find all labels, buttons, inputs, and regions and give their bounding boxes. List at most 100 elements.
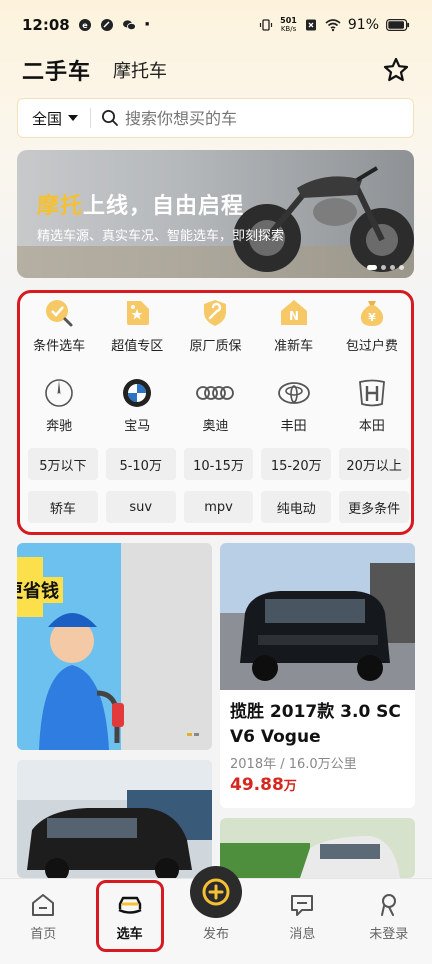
star-outline-icon[interactable] [382,56,410,84]
wrench-shield-icon [204,300,227,326]
tab-label: 首页 [30,927,57,942]
battery-icon [386,19,410,31]
quick-filter-panel: 条件选车 超值专区 原厂质保 N 准新车 ¥ 包过户费 奔驰 宝马 奥迪 丰田 … [17,290,414,535]
mercedes-logo-icon [45,379,73,407]
more-notifications-icon: · [143,14,151,35]
quick-entry-label: 原厂质保 [189,339,242,354]
ad-card[interactable]: 更省钱 [17,543,212,750]
truck-image [220,818,415,878]
brand-label: 本田 [358,419,385,434]
region-label: 全国 [32,109,63,128]
quick-entry-condition[interactable]: 条件选车 [20,297,98,354]
price-value: 49.88 [230,775,284,795]
region-selector[interactable]: 全国 [32,108,79,129]
quick-entry-warranty[interactable]: 原厂质保 [176,297,254,354]
user-icon [380,894,396,916]
app-header: 二手车 摩托车 [0,50,432,90]
type-filter-chip[interactable]: suv [105,491,176,523]
carousel-dot [399,265,404,270]
tab-label: 发布 [202,927,229,942]
no-sim-icon [305,19,316,31]
carousel-dot-active [367,265,377,270]
message-icon [291,895,314,916]
brand-toyota[interactable]: 丰田 [255,377,333,434]
publish-plus-icon [202,878,230,906]
carousel-dot [390,265,395,270]
price-filter-chip[interactable]: 15-20万 [261,448,332,480]
brand-label: 宝马 [124,419,151,434]
publish-button[interactable] [190,866,242,918]
listing-card[interactable]: 揽胜 2017款 3.0 SC V6 Vogue 2018年 / 16.0万公里… [220,543,415,808]
listing-title: 揽胜 2017款 3.0 SC V6 Vogue [230,702,401,747]
tab-messages[interactable]: 消息 [259,879,345,964]
banner-subtitle: 精选车源、真实车况、智能选车，即刻探索 [37,229,285,244]
banner-title-rest: 上线，自由启程 [83,194,245,219]
range-rover-image [220,543,415,690]
quick-entry-label: 包过户费 [345,339,398,354]
tab-profile[interactable]: 未登录 [346,879,432,964]
quick-entry-nearly-new[interactable]: N 准新车 [255,297,333,354]
ad-image [17,543,212,750]
price-filter-row: 5万以下 5-10万 10-15万 15-20万 20万以上 [28,448,409,480]
network-speed: 501 KB/s [280,16,297,34]
tab-label: 消息 [289,927,316,942]
tab-label: 未登录 [369,927,409,942]
search-check-icon [46,300,73,327]
value-tag-icon [127,301,150,325]
search-input[interactable] [125,108,386,128]
toyota-logo-icon [277,382,310,404]
banner-title-highlight: 摩托 [37,194,84,219]
battery-percentage: 91% [347,17,379,33]
divider [90,108,92,128]
svg-text:e: e [82,21,88,30]
honda-logo-icon [358,379,385,407]
tab-motorcycle[interactable]: 摩托车 [113,57,167,83]
wifi-icon [325,19,341,32]
promo-banner[interactable]: 摩托上线，自由启程 精选车源、真实车况、智能选车，即刻探索 [17,150,414,278]
leaf-notification-icon [100,19,113,31]
carousel-dot [381,265,386,270]
quick-entry-value[interactable]: 超值专区 [98,297,176,354]
bmw-logo-icon [123,379,152,407]
quick-entry-label: 超值专区 [111,339,164,354]
brand-audi[interactable]: 奥迪 [176,377,254,434]
net-speed-unit: KB/s [280,25,297,33]
status-bar: 12:08 e · 501 KB/s 91% [0,0,432,50]
quick-entry-transfer-fee[interactable]: ¥ 包过户费 [333,297,411,354]
brand-bmw[interactable]: 宝马 [98,377,176,434]
brand-label: 奔驰 [46,419,73,434]
quick-entry-label: 条件选车 [33,339,86,354]
listing-card[interactable] [17,760,212,878]
price-filter-chip[interactable]: 10-15万 [183,448,254,480]
brand-honda[interactable]: 本田 [333,377,411,434]
price-filter-chip[interactable]: 20万以上 [339,448,409,480]
banner-title: 摩托上线，自由启程 [37,188,244,220]
price-unit: 万 [283,779,297,794]
quick-entry-label: 准新车 [274,339,314,354]
listing-card[interactable] [220,818,415,878]
app-notification-icon: e [78,19,91,31]
price-filter-chip[interactable]: 5-10万 [105,448,176,480]
new-car-house-icon: N [280,300,307,325]
price-filter-chip[interactable]: 5万以下 [28,448,98,480]
type-filter-chip[interactable]: 更多条件 [339,491,409,523]
tab-home[interactable]: 首页 [0,879,86,964]
wechat-icon [122,20,136,31]
dropdown-triangle-icon [68,115,79,121]
status-time: 12:08 [22,16,70,34]
listing-price: 49.88万 [220,775,415,795]
net-speed-value: 501 [280,16,297,25]
selected-tab-highlight [96,880,164,952]
brand-label: 奥迪 [202,419,229,434]
brand-mercedes[interactable]: 奔驰 [20,377,98,434]
svg-text:N: N [289,309,299,323]
search-icon [102,110,118,126]
audi-logo-icon [196,386,235,400]
type-filter-chip[interactable]: 纯电动 [261,491,332,523]
type-filter-chip[interactable]: mpv [183,491,254,523]
brand-row: 奔驰 宝马 奥迪 丰田 本田 [20,377,411,434]
type-filter-chip[interactable]: 轿车 [28,491,98,523]
page-title[interactable]: 二手车 [22,54,91,86]
money-bag-icon: ¥ [360,301,383,326]
brand-label: 丰田 [280,419,307,434]
